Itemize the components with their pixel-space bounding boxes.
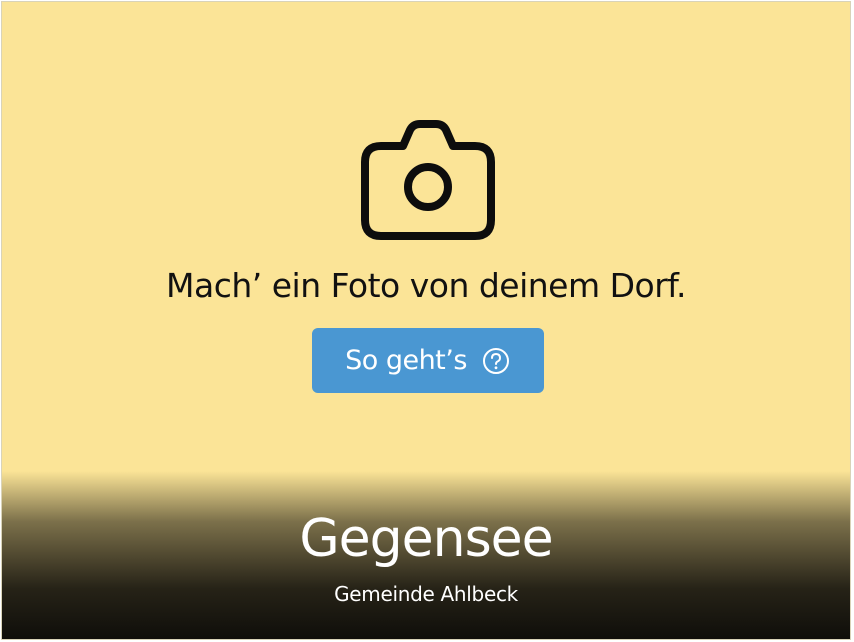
how-to-button[interactable]: So geht’s	[312, 328, 544, 393]
village-name: Gegensee	[299, 509, 553, 569]
help-circle-icon	[482, 347, 509, 374]
photo-card: Mach’ ein Foto von deinem Dorf. So geht’…	[1, 1, 851, 640]
photo-prompt: Mach’ ein Foto von deinem Dorf.	[166, 266, 687, 305]
camera-icon	[361, 120, 495, 240]
municipality-name: Gemeinde Ahlbeck	[334, 582, 518, 606]
how-to-label: So geht’s	[345, 345, 467, 376]
